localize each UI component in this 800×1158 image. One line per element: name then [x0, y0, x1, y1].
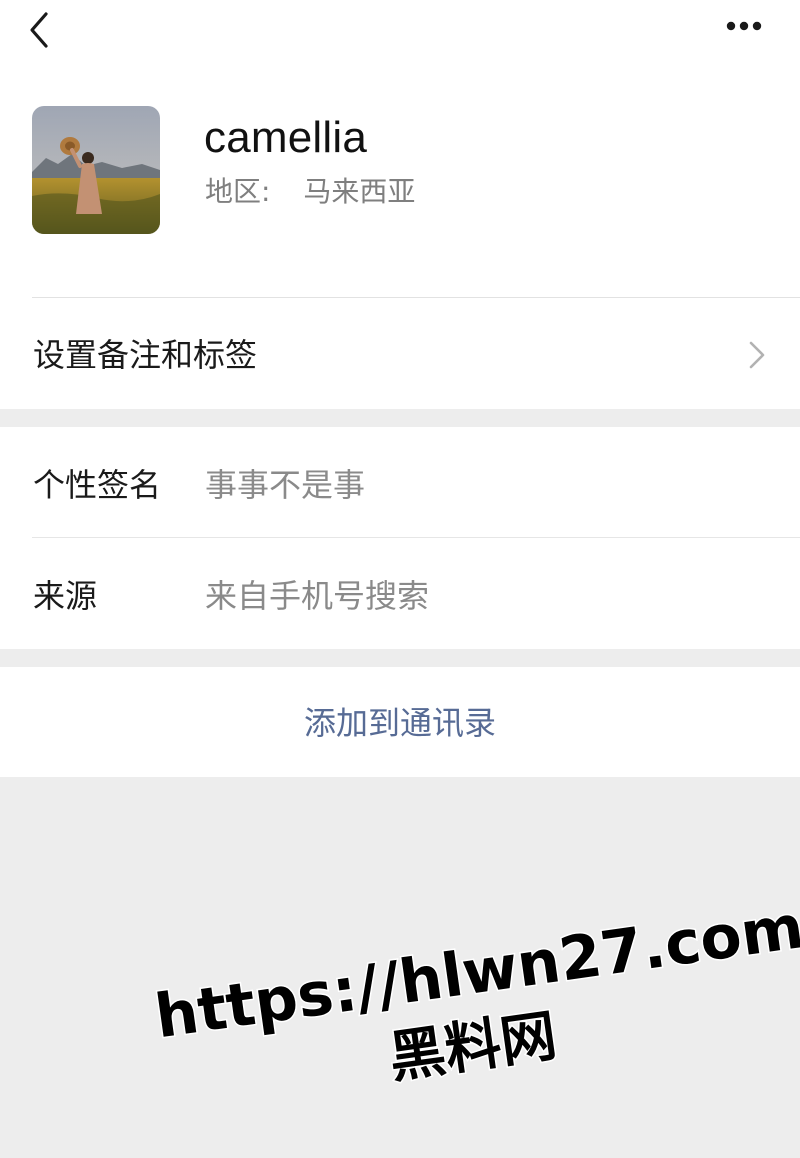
more-button[interactable] [716, 8, 776, 44]
chevron-left-icon [30, 12, 48, 48]
region-value: 马来西亚 [303, 175, 416, 208]
set-remark-and-tags-row[interactable]: 设置备注和标签 [0, 298, 800, 409]
source-value: 来自手机号搜索 [205, 577, 430, 615]
region-label: 地区: [205, 175, 271, 208]
profile-header: camellia 地区: 马来西亚 [0, 0, 800, 298]
info-section: 个性签名 事事不是事 来源 来自手机号搜索 [0, 427, 800, 649]
more-horizontal-icon [726, 21, 762, 31]
signature-value: 事事不是事 [205, 466, 366, 504]
chevron-right-icon [749, 341, 765, 369]
profile-region: 地区: 马来西亚 [205, 172, 415, 212]
remark-label: 设置备注和标签 [33, 336, 258, 374]
signature-row: 个性签名 事事不是事 [0, 427, 800, 538]
add-to-contacts-button[interactable]: 添加到通讯录 [0, 667, 800, 777]
signature-label: 个性签名 [33, 466, 162, 504]
source-row: 来源 来自手机号搜索 [0, 538, 800, 649]
source-label: 来源 [33, 577, 98, 615]
profile-nickname: camellia [204, 113, 367, 162]
add-to-contacts-label: 添加到通讯录 [303, 704, 496, 742]
avatar-photo [32, 106, 160, 234]
avatar[interactable] [32, 106, 160, 234]
watermark: https://hlwn27.com 黑料网 [149, 891, 800, 1158]
back-button[interactable] [24, 6, 64, 50]
